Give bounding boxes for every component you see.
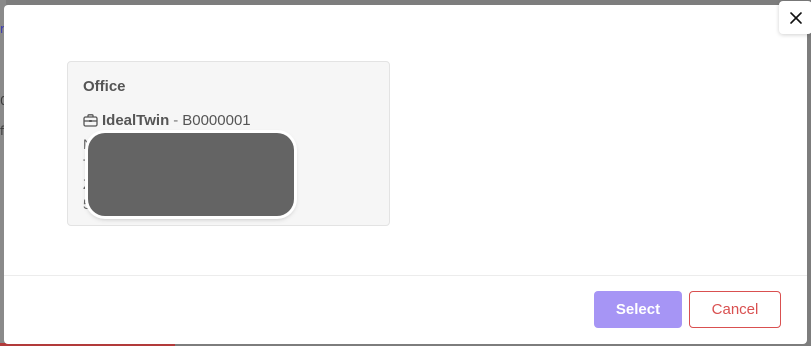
redaction-overlay	[88, 133, 294, 216]
close-button[interactable]	[779, 1, 811, 34]
close-icon	[789, 11, 803, 25]
office-card[interactable]: Office IdealTwin - B0000001 N T Z	[67, 61, 390, 226]
briefcase-icon	[83, 113, 98, 128]
company-code: B0000001	[182, 112, 251, 129]
office-select-modal: Office IdealTwin - B0000001 N T Z	[4, 5, 807, 344]
cancel-button[interactable]: Cancel	[689, 291, 781, 328]
company-name: IdealTwin	[102, 112, 170, 129]
company-separator: -	[173, 112, 179, 129]
modal-body: Office IdealTwin - B0000001 N T Z	[4, 5, 807, 276]
select-button[interactable]: Select	[594, 291, 682, 328]
card-title: Office	[83, 78, 126, 95]
footer-divider	[4, 275, 807, 276]
company-row: IdealTwin - B0000001	[83, 112, 251, 129]
